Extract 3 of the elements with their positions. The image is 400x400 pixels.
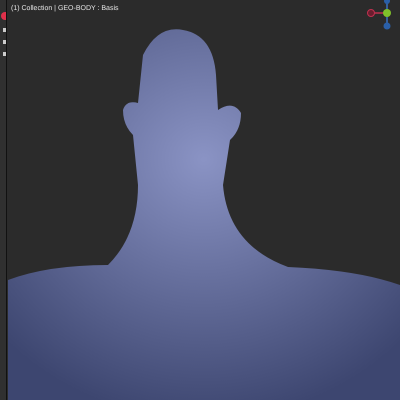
tool-icon[interactable] <box>3 28 6 32</box>
tool-icon[interactable] <box>3 40 6 44</box>
tool-icon[interactable] <box>3 52 6 56</box>
